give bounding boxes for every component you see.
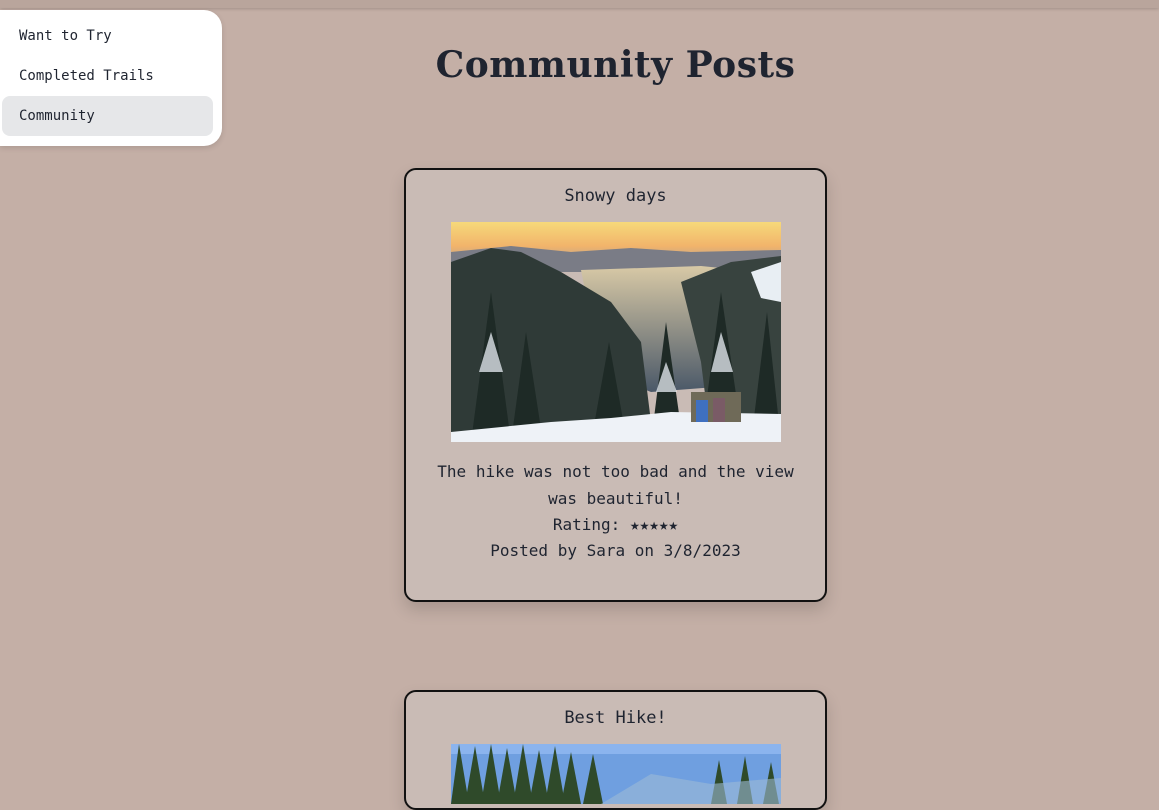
post-byline: Posted by Sara on 3/8/2023 <box>490 541 741 560</box>
post-title: Best Hike! <box>564 708 667 728</box>
sidebar-item-community[interactable]: Community <box>2 96 213 136</box>
post-text: The hike was not too bad and the view wa… <box>437 462 794 508</box>
post-title: Snowy days <box>564 186 667 206</box>
top-bar <box>0 0 1159 8</box>
post-photo-forest <box>450 744 781 804</box>
page-title: Community Posts <box>435 44 796 86</box>
post-rating: Rating: ★★★★★ <box>552 515 679 534</box>
post-card: Snowy days The hike was not too bad and … <box>404 168 827 602</box>
post-card: Best Hike! <box>404 690 827 810</box>
post-photo-snowy-lake <box>450 222 781 442</box>
